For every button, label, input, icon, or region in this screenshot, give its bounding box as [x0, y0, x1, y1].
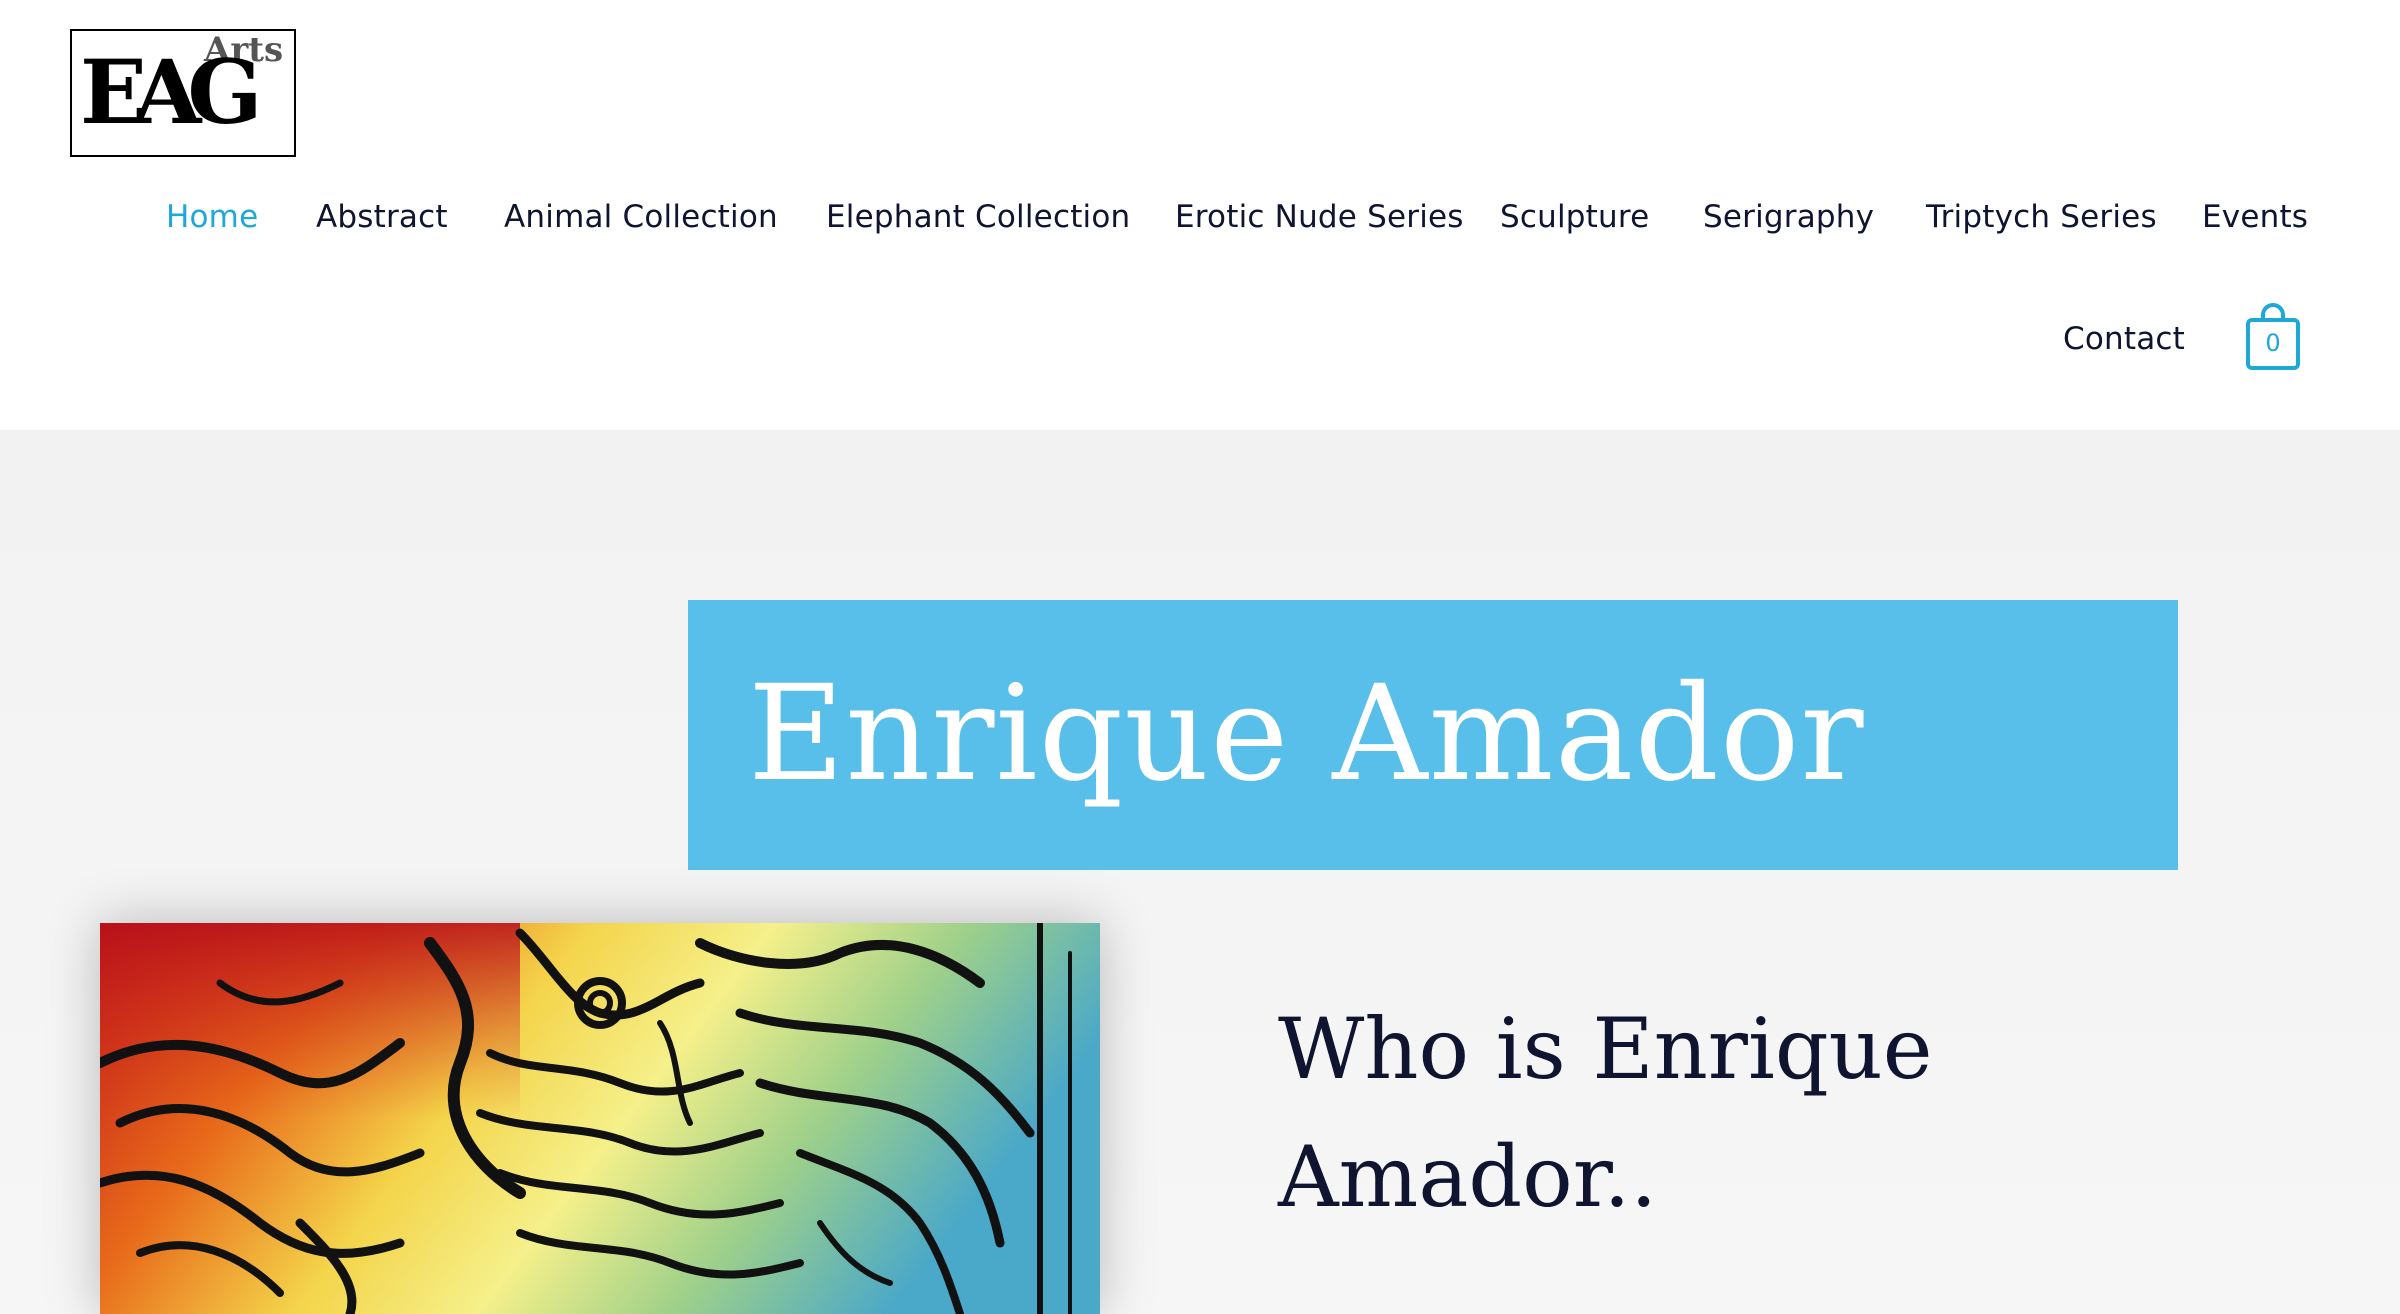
- nav-item-events[interactable]: Events: [2202, 202, 2308, 233]
- cart-button[interactable]: 0: [2245, 303, 2301, 371]
- title-banner: Enrique Amador: [688, 600, 2178, 870]
- nav-item-abstract[interactable]: Abstract: [316, 202, 448, 233]
- nav-item-erotic-nude-series[interactable]: Erotic Nude Series: [1175, 202, 1464, 233]
- hero-section: Enrique Amador Who is Enrique Amador..: [0, 430, 2400, 1314]
- nav-item-sculpture[interactable]: Sculpture: [1500, 202, 1649, 233]
- who-is-heading: Who is Enrique Amador..: [1278, 1000, 1933, 1226]
- main-nav: Home Abstract Animal Collection Elephant…: [0, 0, 2400, 430]
- nav-item-serigraphy[interactable]: Serigraphy: [1703, 202, 1874, 233]
- cart-count: 0: [2265, 329, 2281, 357]
- nav-item-contact[interactable]: Contact: [2063, 324, 2185, 355]
- page-title: Enrique Amador: [748, 657, 1865, 811]
- nav-item-animal-collection[interactable]: Animal Collection: [504, 202, 778, 233]
- site-header: Arts EAG Home Abstract Animal Collection…: [0, 0, 2400, 430]
- nav-item-home[interactable]: Home: [166, 202, 258, 233]
- elephant-artwork-image: [100, 923, 1100, 1314]
- nav-item-elephant-collection[interactable]: Elephant Collection: [826, 202, 1130, 233]
- nav-item-triptych-series[interactable]: Triptych Series: [1926, 202, 2157, 233]
